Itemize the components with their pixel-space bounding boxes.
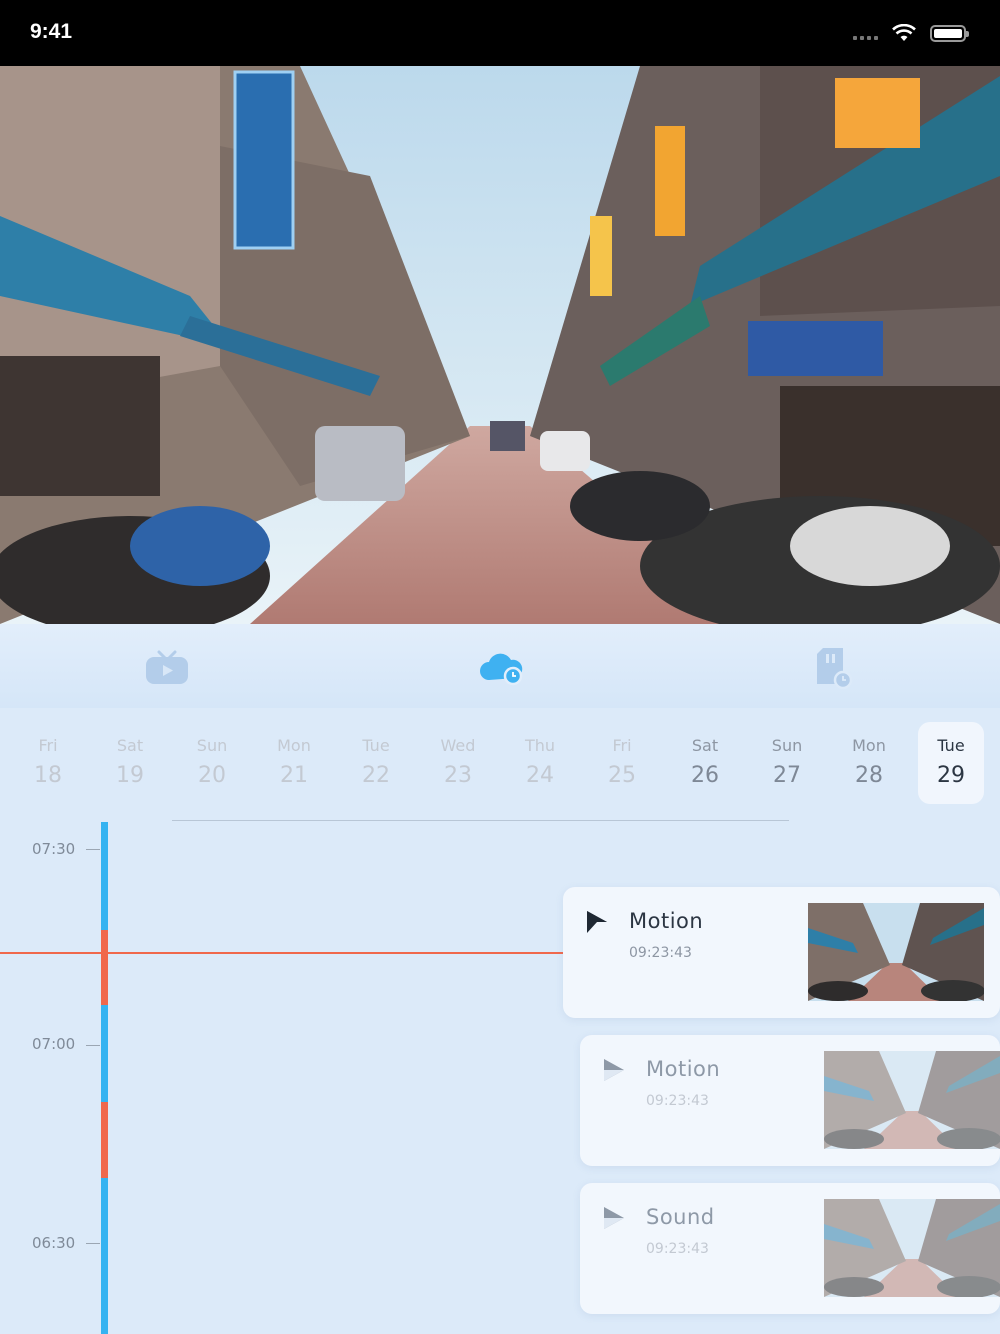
time-tick: [86, 1243, 100, 1244]
date-number: 21: [280, 763, 308, 788]
date-item[interactable]: Sat 19: [97, 722, 163, 804]
time-tick: [86, 849, 100, 850]
time-label: 07:00: [32, 1035, 76, 1053]
time-tick: [86, 1045, 100, 1046]
signal-icon: [853, 26, 878, 40]
date-weekday: Fri: [38, 736, 58, 755]
date-number: 25: [608, 763, 636, 788]
recording-segment[interactable]: [101, 1178, 108, 1334]
event-title: Motion: [629, 909, 704, 933]
date-number: 18: [34, 763, 62, 788]
time-label: 06:30: [32, 1234, 76, 1252]
date-number: 23: [444, 763, 472, 788]
play-icon: [604, 1059, 624, 1081]
date-weekday: Wed: [440, 736, 476, 755]
cloud-recording-icon: [480, 653, 523, 686]
battery-icon: [930, 24, 969, 42]
camera-video-view[interactable]: [0, 66, 1000, 624]
current-time-indicator[interactable]: [0, 952, 565, 954]
date-weekday: Mon: [277, 736, 311, 755]
event-thumbnail: [824, 1051, 1000, 1149]
date-number: 26: [691, 763, 719, 788]
status-bar: 9:41: [0, 0, 1000, 66]
event-thumbnail: [824, 1199, 1000, 1297]
date-item[interactable]: Wed 23: [425, 722, 491, 804]
event-card[interactable]: Motion 09:23:43: [580, 1035, 1000, 1166]
camera-frame-image: [0, 66, 1000, 624]
recording-timeline[interactable]: 07:30 07:00 06:30 Motion 09:23:43 Motion…: [0, 820, 1000, 1334]
tab-sd-card[interactable]: [808, 646, 858, 690]
date-weekday: Thu: [524, 736, 556, 755]
date-item[interactable]: Mon 28: [836, 722, 902, 804]
date-item[interactable]: Sat 26: [672, 722, 738, 804]
wifi-icon: [892, 24, 916, 41]
date-weekday: Fri: [612, 736, 632, 755]
date-number: 24: [526, 763, 554, 788]
date-weekday: Tue: [937, 736, 965, 755]
event-card[interactable]: Sound 09:23:43: [580, 1183, 1000, 1314]
date-number: 29: [937, 763, 965, 788]
recording-segment[interactable]: [101, 822, 108, 930]
date-weekday: Sat: [116, 736, 144, 755]
status-icons: [853, 24, 969, 42]
date-weekday: Mon: [852, 736, 886, 755]
date-weekday: Sun: [771, 736, 803, 755]
date-weekday: Sat: [691, 736, 719, 755]
date-item[interactable]: Fri 25: [589, 722, 655, 804]
event-title: Sound: [646, 1205, 715, 1229]
play-icon: [604, 1207, 624, 1229]
event-time: 09:23:43: [646, 1093, 709, 1109]
date-number: 19: [116, 763, 144, 788]
date-item[interactable]: Mon 21: [261, 722, 327, 804]
date-number: 28: [855, 763, 883, 788]
date-item[interactable]: Tue 22: [343, 722, 409, 804]
date-number: 27: [773, 763, 801, 788]
event-title: Motion: [646, 1057, 721, 1081]
date-item[interactable]: Sun 20: [179, 722, 245, 804]
event-time: 09:23:43: [646, 1241, 709, 1257]
view-mode-tabbar: [0, 624, 1000, 708]
time-label: 07:30: [32, 840, 76, 858]
date-weekday: Sun: [196, 736, 228, 755]
tab-cloud[interactable]: [476, 646, 526, 690]
date-item[interactable]: Thu 24: [507, 722, 573, 804]
event-thumbnail: [808, 903, 984, 1001]
date-selector: Fri 18 Sat 19 Sun 20 Mon 21 Tue 22 Wed 23 Thu 2…: [0, 718, 1000, 818]
sd-card-recording-icon: [817, 648, 853, 690]
date-number: 22: [362, 763, 390, 788]
date-weekday: Tue: [362, 736, 390, 755]
recording-segment[interactable]: [101, 1005, 108, 1102]
live-tv-icon: [146, 650, 188, 684]
event-card[interactable]: Motion 09:23:43: [563, 887, 1000, 1018]
play-icon: [587, 911, 607, 933]
date-item-selected[interactable]: Tue 29: [918, 722, 984, 804]
event-segment[interactable]: [101, 930, 108, 1005]
date-item[interactable]: Sun 27: [754, 722, 820, 804]
date-item[interactable]: Fri 18: [15, 722, 81, 804]
event-time: 09:23:43: [629, 945, 692, 961]
date-number: 20: [198, 763, 226, 788]
event-segment[interactable]: [101, 1102, 108, 1178]
tab-live[interactable]: [142, 646, 192, 690]
status-time: 9:41: [30, 20, 73, 43]
